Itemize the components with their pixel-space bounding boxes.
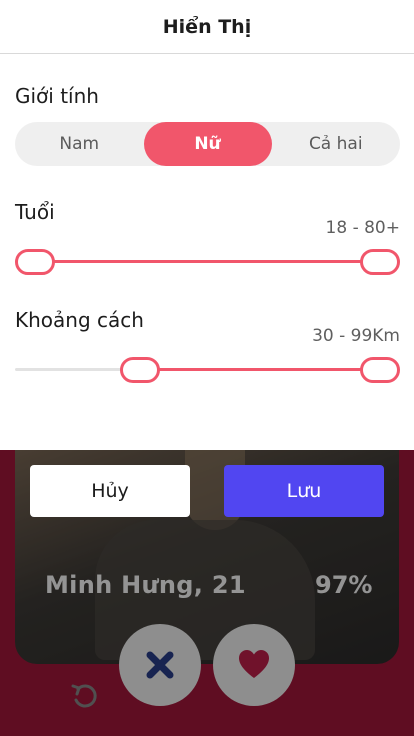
distance-slider[interactable] xyxy=(15,357,400,383)
age-slider-min-handle[interactable] xyxy=(15,249,55,275)
age-slider-fill xyxy=(35,260,380,263)
sheet-header: Hiển Thị xyxy=(0,0,414,54)
gender-option-female[interactable]: Nữ xyxy=(143,122,272,166)
gender-option-both[interactable]: Cả hai xyxy=(272,122,401,166)
save-button[interactable]: Lưu xyxy=(224,465,384,517)
distance-label: Khoảng cách xyxy=(15,308,144,332)
age-range-value: 18 - 80+ xyxy=(325,218,400,238)
cancel-button[interactable]: Hủy xyxy=(30,465,190,517)
age-slider-max-handle[interactable] xyxy=(360,249,400,275)
gender-label: Giới tính xyxy=(15,84,99,108)
gender-option-male[interactable]: Nam xyxy=(15,122,144,166)
age-label: Tuổi xyxy=(15,200,55,224)
age-slider[interactable] xyxy=(15,249,400,275)
distance-slider-max-handle[interactable] xyxy=(360,357,400,383)
distance-slider-min-handle[interactable] xyxy=(119,357,160,383)
distance-range-value: 30 - 99Km xyxy=(312,326,400,346)
gender-selector: Nam Nữ Cả hai xyxy=(15,122,400,166)
sheet-title: Hiển Thị xyxy=(162,15,252,38)
distance-slider-fill xyxy=(139,368,380,371)
display-settings-sheet: Hiển Thị Giới tính Nam Nữ Cả hai Tuổi 18… xyxy=(0,0,414,450)
